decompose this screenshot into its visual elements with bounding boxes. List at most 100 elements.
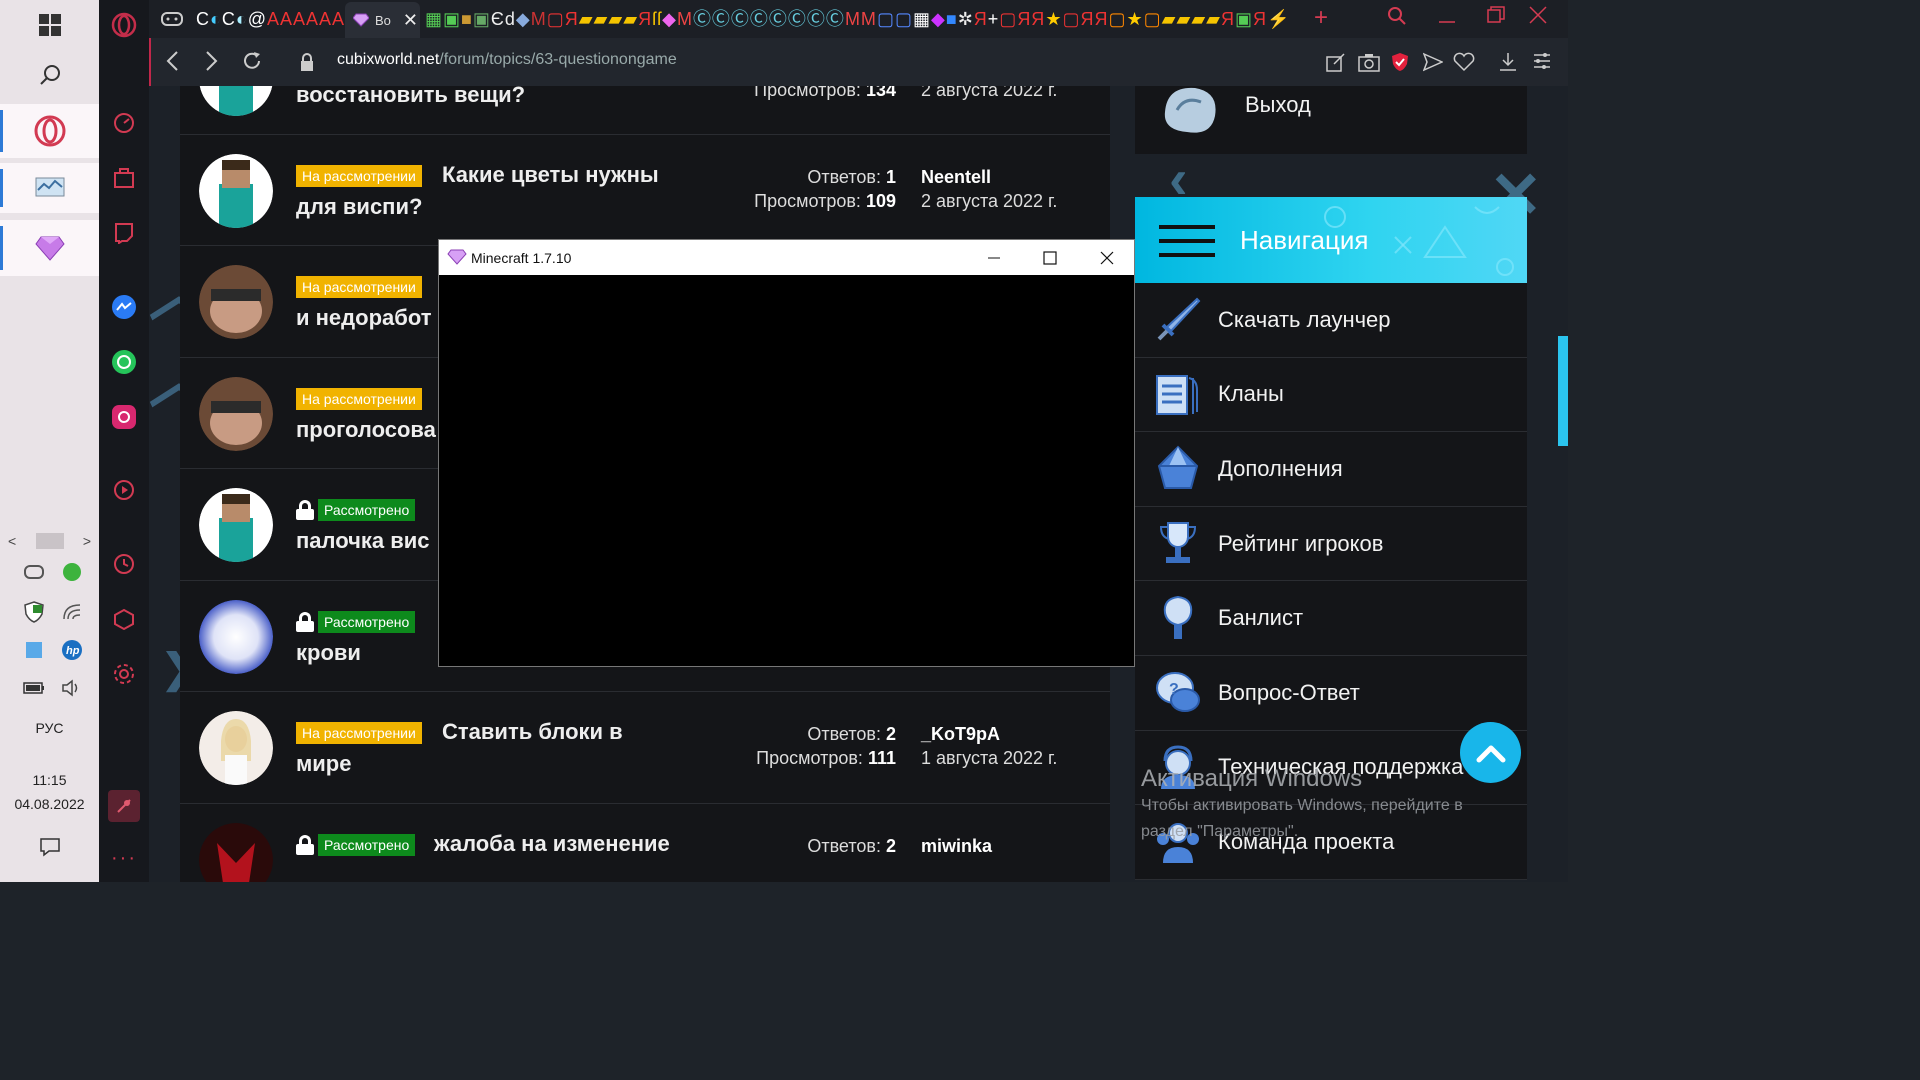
extensions-icon[interactable] xyxy=(99,599,149,639)
topic-title[interactable]: Какие цветы нужны xyxy=(442,162,659,188)
nav-item-label: Скачать лаунчер xyxy=(1218,306,1391,332)
whatsapp-icon[interactable] xyxy=(99,342,149,382)
topic-title[interactable]: жалоба на изменение xyxy=(434,831,670,857)
topic-title-cont[interactable]: мире xyxy=(296,751,351,777)
nav-item-faq[interactable]: ? Вопрос-Ответ xyxy=(1135,655,1527,731)
volume-icon[interactable] xyxy=(60,676,84,700)
new-tab-icon[interactable]: + xyxy=(1314,4,1328,32)
start-button[interactable] xyxy=(0,0,99,50)
nav-item-rating[interactable]: Рейтинг игроков xyxy=(1135,506,1527,582)
instagram-icon[interactable] xyxy=(99,397,149,437)
hp-icon[interactable]: hp xyxy=(60,638,84,662)
easy-setup-icon[interactable] xyxy=(1533,52,1551,76)
download-icon[interactable] xyxy=(1499,52,1517,78)
pinboard-icon[interactable] xyxy=(108,790,140,822)
topic-row[interactable]: восстановить вещи? Просмотров: 134 2 авг… xyxy=(180,86,1110,135)
replies-label: Ответов: xyxy=(807,166,881,187)
scroll-to-top-button[interactable] xyxy=(1460,722,1521,783)
heart-icon[interactable] xyxy=(1453,52,1475,78)
url-domain: cubixworld.net xyxy=(337,51,440,68)
topic-title[interactable]: Ставить блоки в xyxy=(442,719,623,745)
last-post-author[interactable]: miwinka xyxy=(921,836,992,856)
tray-scroll[interactable]: < > xyxy=(0,530,99,552)
active-tab-title: Bo xyxy=(375,12,391,28)
last-post-author[interactable]: Neentell xyxy=(921,167,991,187)
nav-item-addons[interactable]: Дополнения xyxy=(1135,432,1527,507)
close-window-icon[interactable] xyxy=(1529,6,1547,29)
search-button[interactable] xyxy=(0,50,99,100)
camera-icon[interactable] xyxy=(1358,52,1380,78)
gem-icon xyxy=(353,13,369,27)
wifi-icon[interactable] xyxy=(60,600,84,624)
minimize-icon[interactable] xyxy=(965,240,1022,275)
nav-item-launcher[interactable]: Скачать лаунчер xyxy=(1135,283,1527,358)
messenger-icon[interactable] xyxy=(99,287,149,327)
topic-title[interactable]: проголосова xyxy=(296,417,436,443)
gem-icon xyxy=(1157,445,1199,490)
input-language[interactable]: РУС xyxy=(0,720,99,736)
tab-strip[interactable]: ▦▣■▣Єd◆M▢Я▰▰▰▰Яſſ◆MⒸⒸⒸⒸⒸⒸⒸⒸMM▢▢▦◆■✲Я+▢ЯЯ… xyxy=(425,6,1305,32)
more-icon[interactable]: ··· xyxy=(99,838,149,878)
workspaces-icon[interactable] xyxy=(99,158,149,198)
back-icon[interactable] xyxy=(165,50,179,78)
share-icon[interactable] xyxy=(1326,52,1346,78)
lock-icon[interactable] xyxy=(299,52,315,78)
topic-title-cont[interactable]: для виспи? xyxy=(296,194,422,220)
last-post-author[interactable]: _KoT9pA xyxy=(921,724,1000,744)
topic-title[interactable]: палочка вис xyxy=(296,528,430,554)
taskbar-opera[interactable] xyxy=(0,104,99,158)
settings-icon[interactable] xyxy=(99,654,149,694)
maximize-icon[interactable] xyxy=(1021,240,1078,275)
send-icon[interactable] xyxy=(1422,52,1444,78)
tab-menu-icon[interactable] xyxy=(161,9,183,34)
topic-row[interactable]: На рассмотрении Какие цветы нужны для ви… xyxy=(180,134,1110,246)
hamburger-icon[interactable] xyxy=(1159,225,1215,257)
status-badge: На рассмотрении xyxy=(296,387,422,410)
restore-icon[interactable] xyxy=(1487,6,1505,29)
adblock-shield-icon[interactable] xyxy=(1391,52,1409,78)
taskbar-app-monitor[interactable] xyxy=(0,163,99,213)
forward-icon[interactable] xyxy=(205,50,219,78)
search-tabs-icon[interactable] xyxy=(1387,6,1407,31)
topic-title[interactable]: крови xyxy=(296,640,361,666)
nav-item-label: Кланы xyxy=(1218,381,1284,407)
speed-dial-icon[interactable] xyxy=(99,103,149,143)
views-label: Просмотров: xyxy=(756,748,863,768)
battery-icon[interactable] xyxy=(22,676,46,700)
notification-button[interactable] xyxy=(0,830,99,864)
razer-icon[interactable] xyxy=(60,560,84,584)
active-tab[interactable]: Bo ✕ xyxy=(345,2,420,38)
app-tile-icon[interactable] xyxy=(22,638,46,662)
chevron-right-icon[interactable]: > xyxy=(83,533,91,549)
opera-sidebar: ··· xyxy=(99,0,149,882)
topic-title[interactable]: восстановить вещи? xyxy=(296,86,525,108)
nav-item-clans[interactable]: Кланы xyxy=(1135,357,1527,433)
clock[interactable]: 11:15 04.08.2022 xyxy=(0,768,99,816)
minimize-icon[interactable] xyxy=(1439,6,1455,31)
minecraft-window[interactable]: Minecraft 1.7.10 xyxy=(438,239,1135,667)
close-tab-icon[interactable]: ✕ xyxy=(403,10,418,31)
player-icon[interactable] xyxy=(99,470,149,510)
opera-logo-icon[interactable] xyxy=(99,5,149,45)
history-icon[interactable] xyxy=(99,544,149,584)
exit-label: Выход xyxy=(1245,92,1311,117)
nav-item-banlist[interactable]: Банлист xyxy=(1135,581,1527,656)
topic-stats: Ответов: 2 xyxy=(807,834,896,858)
minecraft-titlebar[interactable]: Minecraft 1.7.10 xyxy=(439,240,1134,275)
topic-last-post: miwinka xyxy=(921,834,992,858)
reload-icon[interactable] xyxy=(241,50,263,78)
page-scrollbar[interactable] xyxy=(1558,336,1568,446)
chevron-left-icon[interactable]: < xyxy=(8,533,16,549)
tray-scroll-thumb[interactable] xyxy=(35,533,64,549)
twitch-icon[interactable] xyxy=(99,213,149,253)
topic-title[interactable]: и недоработ xyxy=(296,305,432,331)
last-post-date: 2 августа 2022 г. xyxy=(921,190,1058,211)
taskbar-minecraft[interactable] xyxy=(0,220,99,276)
close-icon[interactable] xyxy=(1078,240,1135,275)
defender-icon[interactable] xyxy=(22,600,46,624)
exit-item[interactable]: Выход xyxy=(1135,86,1527,154)
topic-row[interactable]: На рассмотрении Ставить блоки в мире Отв… xyxy=(180,692,1110,804)
discord-icon[interactable] xyxy=(22,560,46,584)
url-field[interactable]: cubixworld.net/forum/topics/63-questiono… xyxy=(337,51,677,69)
topic-row[interactable]: Рассмотрено жалоба на изменение Ответов:… xyxy=(180,803,1110,882)
